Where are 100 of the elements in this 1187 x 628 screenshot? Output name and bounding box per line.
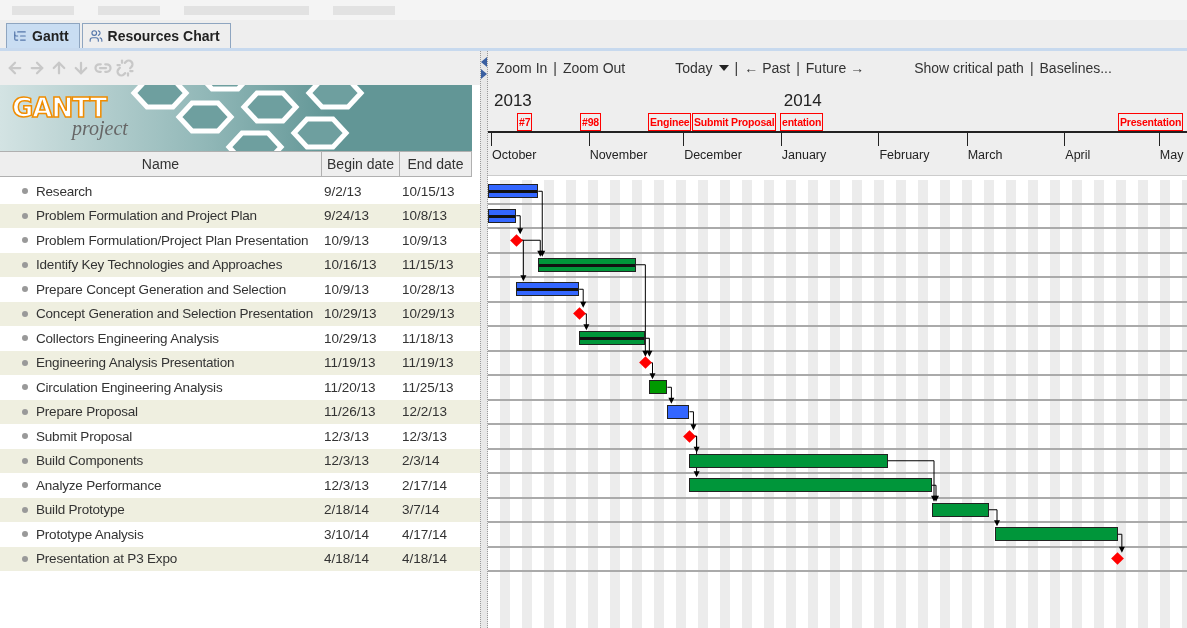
task-bar[interactable] bbox=[995, 527, 1118, 542]
begin-date: 2/18/14 bbox=[323, 502, 371, 518]
end-date: 3/7/14 bbox=[401, 502, 441, 518]
tab[interactable]: Resources Chart bbox=[81, 23, 231, 48]
task-bar[interactable] bbox=[538, 257, 636, 272]
begin-date: 9/24/13 bbox=[323, 208, 371, 224]
dependency-arrow bbox=[988, 509, 1000, 527]
end-date: 2/17/14 bbox=[401, 477, 449, 493]
end-date: 12/2/13 bbox=[401, 404, 449, 420]
task-name: Submit Proposal bbox=[36, 428, 133, 444]
begin-date: 12/3/13 bbox=[323, 453, 371, 469]
milestone-marker: entation bbox=[780, 113, 824, 131]
tab[interactable]: Gantt bbox=[6, 23, 80, 48]
begin-date: 9/2/13 bbox=[323, 183, 363, 199]
month-label: November bbox=[589, 148, 648, 162]
toolbar-link[interactable]: Baselines... bbox=[1039, 60, 1112, 76]
begin-date: 3/10/14 bbox=[323, 526, 371, 542]
toolbar-link[interactable]: Future → bbox=[805, 60, 865, 76]
caret-icon bbox=[718, 65, 729, 71]
begin-date: 4/18/14 bbox=[323, 551, 371, 567]
end-date: 4/17/14 bbox=[401, 526, 449, 542]
logo-subtitle: project bbox=[72, 117, 128, 140]
task-bar[interactable] bbox=[648, 380, 668, 395]
task-name: Prepare Proposal bbox=[36, 404, 138, 420]
dependency-arrow bbox=[1117, 533, 1125, 553]
task-name: Analyze Performance bbox=[36, 477, 162, 493]
end-date: 10/9/13 bbox=[401, 232, 449, 248]
bullet-icon bbox=[22, 555, 28, 562]
task-name: Problem Formulation/Project Plan Presentation bbox=[36, 232, 309, 248]
dependency-arrow bbox=[581, 313, 590, 331]
begin-date: 11/26/13 bbox=[323, 404, 377, 420]
bullet-icon bbox=[22, 188, 28, 195]
milestone-marker: #7 bbox=[517, 113, 533, 131]
task-name: Problem Formulation and Project Plan bbox=[36, 208, 257, 224]
task-name: Build Prototype bbox=[36, 502, 125, 518]
bullet-icon bbox=[22, 506, 28, 513]
column-header[interactable]: Begin date bbox=[322, 151, 400, 177]
end-date: 12/3/13 bbox=[401, 428, 449, 444]
end-date: 11/18/13 bbox=[401, 330, 455, 346]
begin-date: 12/3/13 bbox=[323, 428, 371, 444]
task-bar[interactable] bbox=[488, 184, 539, 199]
dependency-arrow bbox=[666, 386, 675, 404]
milestone-marker: Enginee bbox=[648, 113, 692, 131]
dependency-arrow bbox=[578, 288, 587, 308]
begin-date: 11/20/13 bbox=[323, 379, 377, 395]
end-date: 11/15/13 bbox=[401, 257, 455, 273]
end-date: 10/8/13 bbox=[401, 208, 449, 224]
task-bar[interactable] bbox=[689, 478, 932, 493]
toolbar-link[interactable]: Show critical path bbox=[914, 60, 1024, 76]
begin-date: 10/9/13 bbox=[323, 281, 371, 297]
milestone-marker: #98 bbox=[580, 113, 601, 131]
month-label: January bbox=[781, 148, 827, 162]
end-date: 11/25/13 bbox=[401, 379, 455, 395]
task-bar[interactable] bbox=[579, 331, 646, 346]
task-name: Prepare Concept Generation and Selection bbox=[36, 281, 287, 297]
task-bar[interactable] bbox=[689, 453, 888, 468]
bullet-icon bbox=[22, 212, 28, 219]
end-date: 4/18/14 bbox=[401, 551, 449, 567]
bullet-icon bbox=[22, 482, 28, 489]
bullet-icon bbox=[22, 531, 28, 538]
milestone-marker: Submit Proposal bbox=[692, 113, 777, 131]
end-date: 10/28/13 bbox=[401, 281, 456, 297]
tree-list-icon bbox=[13, 29, 27, 43]
end-date: 11/19/13 bbox=[401, 355, 455, 371]
task-bar[interactable] bbox=[932, 502, 989, 517]
month-label: April bbox=[1065, 148, 1091, 162]
end-date: 2/3/14 bbox=[401, 453, 441, 469]
month-label: December bbox=[684, 148, 742, 162]
column-header[interactable]: End date bbox=[400, 151, 472, 177]
task-bar[interactable] bbox=[516, 282, 580, 297]
task-name: Concept Generation and Selection Presentation bbox=[36, 306, 313, 322]
task-bar[interactable] bbox=[667, 404, 690, 419]
toolbar-link[interactable]: Zoom Out bbox=[563, 60, 626, 76]
bullet-icon bbox=[22, 286, 28, 293]
task-name: Research bbox=[36, 183, 93, 199]
begin-date: 10/9/13 bbox=[323, 232, 371, 248]
dependency-arrow bbox=[688, 411, 697, 431]
separator: | bbox=[796, 60, 800, 76]
end-date: 10/29/13 bbox=[401, 306, 456, 322]
month-label: February bbox=[879, 148, 930, 162]
column-header[interactable]: Name bbox=[0, 151, 322, 177]
bullet-icon bbox=[22, 237, 28, 244]
separator: | bbox=[1029, 60, 1034, 76]
end-date: 10/15/13 bbox=[401, 183, 456, 199]
bullet-icon bbox=[22, 457, 28, 464]
begin-date: 11/19/13 bbox=[323, 355, 377, 371]
bullet-icon bbox=[22, 310, 28, 317]
task-name: Collectors Engineering Analysis bbox=[36, 330, 219, 346]
year-label: 2014 bbox=[783, 91, 822, 111]
task-name: Prototype Analysis bbox=[36, 526, 144, 542]
toolbar-link[interactable]: Zoom In bbox=[496, 60, 548, 76]
task-name: Identify Key Technologies and Approaches bbox=[36, 257, 283, 273]
task-bar[interactable] bbox=[488, 208, 517, 223]
bullet-icon bbox=[22, 408, 28, 415]
month-label: March bbox=[967, 148, 1003, 162]
begin-date: 10/16/13 bbox=[323, 257, 378, 273]
dependency-arrow bbox=[515, 215, 524, 235]
today-dropdown[interactable]: Today bbox=[675, 60, 729, 76]
dependency-arrow bbox=[648, 362, 656, 380]
toolbar-link[interactable]: ← Past bbox=[744, 60, 791, 76]
